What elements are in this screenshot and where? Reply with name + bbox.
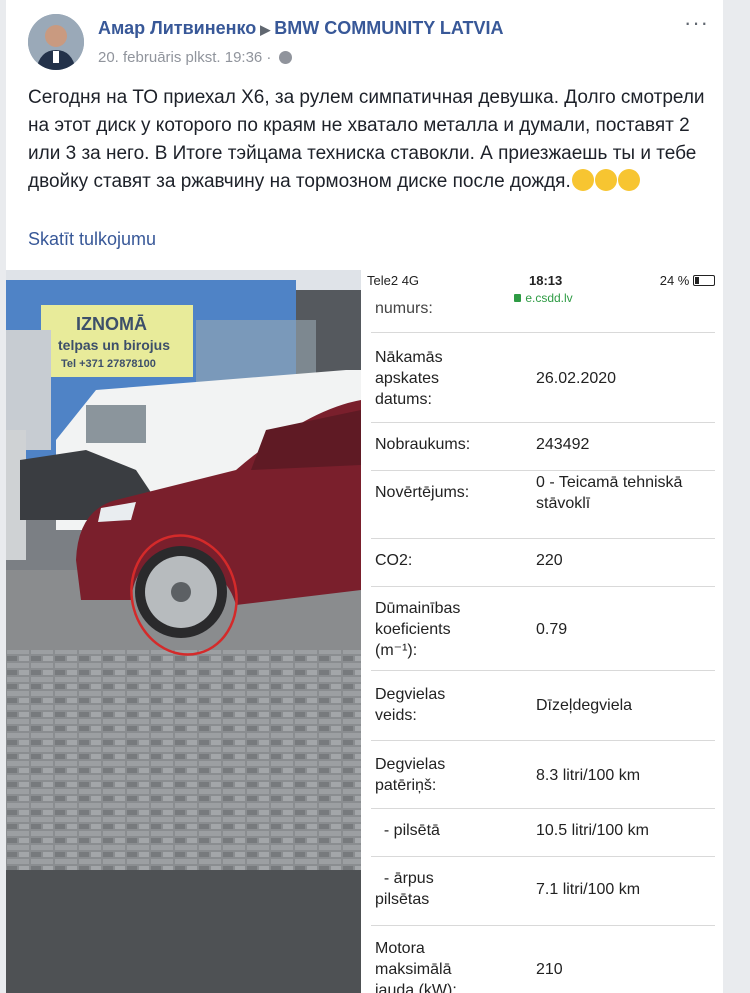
see-translation-link[interactable]: Skatīt tulkojumu <box>28 229 156 250</box>
cut-label: numurs: <box>375 302 433 314</box>
row-divider <box>371 586 715 587</box>
row-divider <box>371 422 715 423</box>
row-label: Nākamās apskates datums: <box>375 349 443 408</box>
car-photo[interactable]: IZNOMĀ telpas un birojus Tel +371 278781… <box>6 270 361 993</box>
arrow-right-icon: ▶ <box>260 22 271 37</box>
url-text: e.csdd.lv <box>525 291 573 305</box>
battery-percent: 24 % <box>659 273 690 288</box>
row-label: Degvielas veids: <box>375 686 446 724</box>
post-text: Сегодня на ТО приехал X6, за рулем симпа… <box>28 84 708 196</box>
row-divider <box>371 332 715 333</box>
sign-phone: Tel +371 27878100 <box>61 358 156 370</box>
row-value: 26.02.2020 <box>536 370 617 387</box>
row-value: 0.79 <box>536 621 568 638</box>
phone-screenshot[interactable]: Tele2 4G 18:13 24 % e.csdd.lv numurs: Nā… <box>364 270 723 993</box>
row-value: 243492 <box>536 436 590 453</box>
author-name[interactable]: Амар Литвиненко <box>98 18 256 38</box>
row-value: 10.5 litri/100 km <box>536 822 649 839</box>
row-value: 210 <box>536 961 563 978</box>
laughing-emoji-icon <box>571 169 594 191</box>
status-time: 18:13 <box>529 273 563 288</box>
row-label: Motora maksimālā jauda (kW): <box>375 940 457 993</box>
sign-subtitle: telpas un birojus <box>58 337 171 353</box>
battery-status: 24 % <box>660 273 715 288</box>
row-value: 8.3 litri/100 km <box>536 767 641 784</box>
battery-icon <box>693 275 715 286</box>
row-divider <box>371 538 715 539</box>
row-divider <box>371 740 715 741</box>
lock-icon <box>514 294 522 302</box>
row-divider <box>371 856 715 857</box>
laughing-emoji-icon <box>594 169 617 191</box>
author-line: Амар Литвиненко ▶ BMW COMMUNITY LATVIA <box>98 18 504 39</box>
row-label: Dūmainības koeficients (m⁻¹): <box>375 600 461 659</box>
row-value: 7.1 litri/100 km <box>536 881 641 898</box>
row-divider <box>371 925 715 926</box>
row-divider <box>371 808 715 809</box>
row-label: CO2: <box>375 552 413 569</box>
group-name[interactable]: BMW COMMUNITY LATVIA <box>274 18 503 38</box>
row-label: Novērtējums: <box>375 484 470 501</box>
row-divider <box>371 470 715 471</box>
row-label: - ārpus pilsētas <box>375 870 434 908</box>
row-label: - pilsētā <box>375 822 440 839</box>
row-label: Nobraukums: <box>375 436 471 453</box>
post-timestamp[interactable]: 20. februāris plkst. 19:36 · <box>98 49 271 66</box>
globe-icon <box>278 51 292 64</box>
laughing-emoji-icon <box>617 169 640 191</box>
avatar[interactable] <box>28 14 84 70</box>
row-value: 220 <box>536 552 563 569</box>
row-value: Dīzeļdegviela <box>536 697 633 714</box>
post-meta: 20. februāris plkst. 19:36 · <box>98 49 292 66</box>
row-divider <box>371 670 715 671</box>
more-options-icon[interactable]: ··· <box>684 10 709 36</box>
row-value: 0 - Teicamā tehniskā stāvoklī <box>536 474 683 512</box>
row-label: Degvielas patēriņš: <box>375 756 446 794</box>
sign-title: IZNOMĀ <box>76 314 147 334</box>
carrier: Tele2 4G <box>367 273 420 288</box>
